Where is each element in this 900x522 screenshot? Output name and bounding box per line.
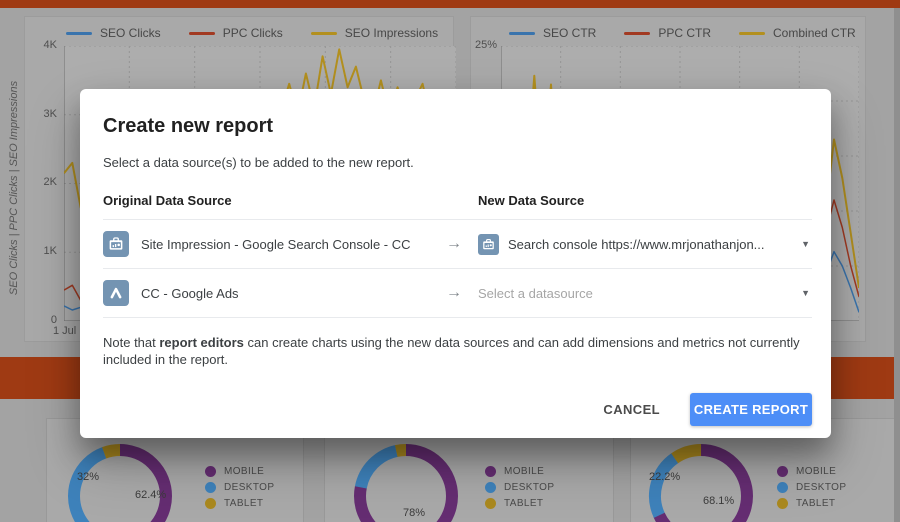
legend-label: DESKTOP (504, 481, 555, 493)
dialog-title: Create new report (103, 115, 274, 137)
cancel-button[interactable]: CANCEL (599, 394, 664, 425)
legend-label: MOBILE (796, 465, 837, 477)
google-ads-icon (103, 280, 129, 306)
seo-impressions-swatch (310, 31, 337, 35)
selected-datasource: Search console https://www.mrjonathanjon… (508, 236, 765, 252)
chart-legend: SEO Clicks PPC Clicks SEO Impressions (66, 26, 438, 40)
mobile-dot (205, 465, 216, 477)
legend-label: TABLET (796, 497, 836, 509)
slice-label: 22.2% (649, 471, 681, 483)
y-axis-tick: 1K (43, 245, 57, 257)
datasource-name: CC - Google Ads (141, 285, 239, 301)
donut-legend: MOBILE DESKTOP TABLET (485, 463, 554, 511)
note-text: Note that (103, 335, 160, 350)
legend-label: TABLET (224, 497, 264, 509)
ppc-ctr-swatch (624, 31, 651, 35)
legend-label: PPC CTR (658, 26, 712, 40)
chart-legend: SEO CTR PPC CTR Combined CTR (509, 26, 856, 40)
x-axis-tick: 1 Jul (53, 325, 77, 337)
search-console-icon (103, 231, 129, 257)
seo-ctr-swatch (509, 31, 535, 35)
legend-label: SEO CTR (543, 26, 597, 40)
dropdown-caret-icon[interactable]: ▼ (801, 288, 812, 298)
datasource-row: CC - Google Ads → Select a datasource ▼ (103, 269, 812, 318)
arrow-right-icon: → (446, 235, 462, 252)
original-datasource: CC - Google Ads (103, 280, 430, 306)
desktop-dot (205, 481, 216, 493)
slice-label: 68.1% (703, 495, 735, 507)
legend-label: DESKTOP (796, 481, 847, 493)
y-axis-title: SEO Clicks | PPC Clicks | SEO Impression… (8, 80, 20, 296)
legend-label: MOBILE (504, 465, 545, 477)
datasource-placeholder: Select a datasource (478, 285, 593, 301)
legend-label: DESKTOP (224, 481, 275, 493)
mobile-dot (777, 465, 788, 477)
slice-label: 32% (77, 471, 100, 483)
slice-label: 62.4% (135, 489, 167, 501)
legend-label: TABLET (504, 497, 544, 509)
slice-label: 78% (403, 507, 426, 519)
legend-label: MOBILE (224, 465, 265, 477)
top-red-bar (0, 0, 900, 8)
datasource-name: Site Impression - Google Search Console … (141, 236, 411, 252)
dialog-actions: CANCEL CREATE REPORT (103, 393, 812, 426)
ppc-clicks-swatch (188, 31, 215, 35)
desktop-dot (485, 481, 496, 493)
create-report-dialog: Create new report Select a data source(s… (80, 89, 831, 438)
original-data-source-header: Original Data Source (103, 193, 232, 208)
seo-clicks-swatch (66, 31, 92, 35)
donut-legend: MOBILE DESKTOP TABLET (777, 463, 846, 511)
page-right-gutter (894, 8, 900, 522)
note-bold-text: report editors (159, 335, 244, 350)
new-datasource-select[interactable]: Select a datasource ▼ (478, 286, 812, 301)
y-axis-tick: 3K (43, 108, 57, 120)
mobile-dot (485, 465, 496, 477)
create-report-button[interactable]: CREATE REPORT (690, 393, 812, 426)
donut-legend: MOBILE DESKTOP TABLET (205, 463, 274, 511)
legend-label: Combined CTR (773, 26, 856, 40)
new-data-source-header: New Data Source (478, 193, 585, 208)
legend-label: PPC Clicks (222, 26, 283, 40)
tablet-dot (777, 497, 788, 509)
desktop-dot (777, 481, 788, 493)
legend-label: SEO Clicks (100, 26, 161, 40)
combined-ctr-swatch (739, 31, 766, 35)
tablet-dot (485, 497, 496, 509)
arrow-right-icon: → (446, 284, 462, 301)
column-headers: Original Data Source New Data Source (103, 193, 812, 220)
new-datasource-select[interactable]: Search console https://www.mrjonathanjon… (478, 233, 812, 255)
datasource-row: Site Impression - Google Search Console … (103, 220, 812, 269)
original-datasource: Site Impression - Google Search Console … (103, 231, 430, 257)
dropdown-caret-icon[interactable]: ▼ (801, 239, 812, 249)
y-axis-tick: 4K (43, 39, 57, 51)
dialog-subtitle: Select a data source(s) to be added to t… (103, 155, 414, 170)
y-axis-tick: 25% (474, 39, 497, 51)
y-axis-tick: 2K (43, 176, 57, 188)
search-console-icon (478, 233, 499, 255)
tablet-dot (205, 497, 216, 509)
legend-label: SEO Impressions (344, 26, 439, 40)
editor-note: Note that report editors can create char… (103, 334, 803, 368)
